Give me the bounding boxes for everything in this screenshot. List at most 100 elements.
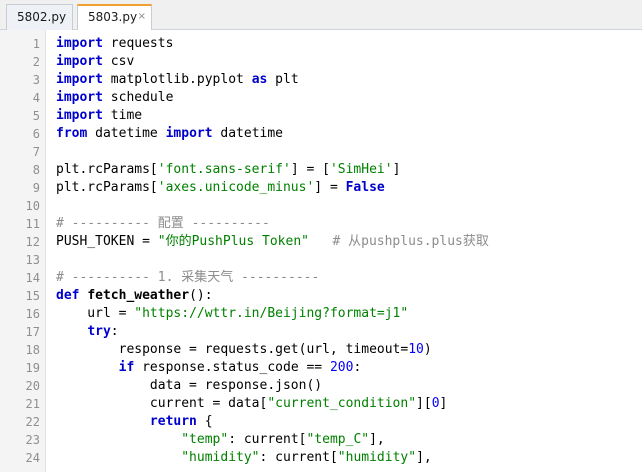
line-number: 3 <box>32 73 40 87</box>
string-token: "current_condition" <box>267 396 417 411</box>
code-text: import time <box>56 107 142 125</box>
code-line[interactable]: 12 PUSH_TOKEN = "你的PushPlus Token" # 从pus… <box>0 233 642 251</box>
close-icon[interactable]: × <box>138 6 146 28</box>
code-text: from datetime import datetime <box>56 125 283 143</box>
code-token: ], <box>369 432 385 447</box>
keyword-token: import <box>56 90 103 105</box>
code-line[interactable]: 10 <box>0 197 642 215</box>
code-line[interactable]: 3 import matplotlib.pyplot as plt <box>0 71 642 89</box>
string-token: "你的PushPlus Token" <box>157 234 309 249</box>
code-text: import schedule <box>56 89 173 107</box>
code-line[interactable]: 19 if response.status_code == 200: <box>0 359 642 377</box>
code-text: # ---------- 1. 采集天气 ---------- <box>56 269 319 287</box>
line-number: 21 <box>25 397 40 411</box>
code-lines: 1 import requests 2 import csv 3 import matpl… <box>0 35 642 467</box>
tab-label: 5803.py <box>88 10 138 24</box>
string-token: 'axes.unicode_minus' <box>157 180 315 195</box>
code-line[interactable]: 13 <box>0 251 642 269</box>
code-line[interactable]: 1 import requests <box>0 35 642 53</box>
code-line[interactable]: 21 current = data["current_condition"][0… <box>0 395 642 413</box>
code-token: : current[ <box>259 450 338 465</box>
string-token: "https://wttr.in/Beijing?format=j1" <box>134 306 409 321</box>
keyword-token: from <box>56 126 88 141</box>
code-editor[interactable]: 1 import requests 2 import csv 3 import matpl… <box>0 30 642 472</box>
string-token: "temp" <box>181 432 229 447</box>
line-number: 1 <box>32 37 40 51</box>
code-line[interactable]: 16 url = "https://wttr.in/Beijing?format… <box>0 305 642 323</box>
keyword-token: try <box>87 324 111 339</box>
code-line[interactable]: 7 <box>0 143 642 161</box>
code-text: if response.status_code == 200: <box>56 359 362 377</box>
code-token: : <box>110 324 119 339</box>
code-line[interactable]: 15 def fetch_weather(): <box>0 287 642 305</box>
line-number: 17 <box>25 325 40 339</box>
code-token: PUSH_TOKEN = <box>56 234 158 249</box>
code-line[interactable]: 22 return { <box>0 413 642 431</box>
line-number: 15 <box>25 289 40 303</box>
code-text: url = "https://wttr.in/Beijing?format=j1… <box>56 305 408 323</box>
line-number: 23 <box>25 433 40 447</box>
string-token: 'SimHei' <box>329 162 393 177</box>
code-line[interactable]: 11 # ---------- 配置 ---------- <box>0 215 642 233</box>
code-text: def fetch_weather(): <box>56 287 213 305</box>
line-number: 6 <box>32 127 40 141</box>
code-token: : <box>353 360 362 375</box>
code-line[interactable]: 14 # ---------- 1. 采集天气 ---------- <box>0 269 642 287</box>
keyword-token: import <box>165 126 213 141</box>
code-text: "temp": current["temp_C"], <box>56 431 385 449</box>
code-line[interactable]: 2 import csv <box>0 53 642 71</box>
string-token: "humidity" <box>181 450 260 465</box>
code-line[interactable]: 9 plt.rcParams['axes.unicode_minus'] = Fa… <box>0 179 642 197</box>
code-token: time <box>102 108 143 123</box>
tab-label: 5802.py <box>17 10 67 24</box>
code-line[interactable]: 20 data = response.json() <box>0 377 642 395</box>
code-token: requests <box>102 36 174 51</box>
code-token: { <box>196 414 213 429</box>
keyword-token: import <box>56 72 103 87</box>
number-token: 0 <box>431 396 440 411</box>
keyword-token: def <box>56 288 80 303</box>
line-number: 11 <box>25 217 40 231</box>
code-line[interactable]: 4 import schedule <box>0 89 642 107</box>
tab-5802-py[interactable]: 5802.py <box>6 4 73 30</box>
code-text: response = requests.get(url, timeout=10) <box>56 341 432 359</box>
code-text: import requests <box>56 35 173 53</box>
code-token: ] = [ <box>290 162 330 177</box>
code-token: response.status_code == <box>134 360 330 375</box>
keyword-token: import <box>56 36 103 51</box>
code-line[interactable]: 23 "temp": current["temp_C"], <box>0 431 642 449</box>
code-token: datetime <box>87 126 166 141</box>
comment-token: # ---------- 1. 采集天气 ---------- <box>56 270 320 285</box>
code-line[interactable]: 8 plt.rcParams['font.sans-serif'] = ['Sim… <box>0 161 642 179</box>
code-text: plt.rcParams['axes.unicode_minus'] = Fal… <box>56 179 385 197</box>
code-token: datetime <box>212 126 284 141</box>
code-token: (): <box>189 288 213 303</box>
code-token: plt.rcParams[ <box>56 162 158 177</box>
code-token: response = requests.get(url, timeout= <box>56 342 409 357</box>
code-line[interactable]: 5 import time <box>0 107 642 125</box>
code-line[interactable]: 17 try: <box>0 323 642 341</box>
code-line[interactable]: 24 "humidity": current["humidity"], <box>0 449 642 467</box>
line-number: 10 <box>25 199 40 213</box>
code-token: current = data[ <box>56 396 268 411</box>
code-token: ], <box>416 450 432 465</box>
code-line[interactable]: 18 response = requests.get(url, timeout=… <box>0 341 642 359</box>
code-token: plt.rcParams[ <box>56 180 158 195</box>
line-number: 19 <box>25 361 40 375</box>
keyword-token: as <box>251 72 268 87</box>
number-token: 10 <box>408 342 424 357</box>
code-text: import csv <box>56 53 134 71</box>
tab-5803-py[interactable]: 5803.py × <box>77 4 152 30</box>
code-token: : current[ <box>228 432 307 447</box>
string-token: "temp_C" <box>306 432 370 447</box>
line-number: 2 <box>32 55 40 69</box>
code-token: ] <box>439 396 448 411</box>
code-line[interactable]: 6 from datetime import datetime <box>0 125 642 143</box>
number-token: 200 <box>329 360 354 375</box>
string-token: "humidity" <box>337 450 417 465</box>
code-token: csv <box>102 54 135 69</box>
